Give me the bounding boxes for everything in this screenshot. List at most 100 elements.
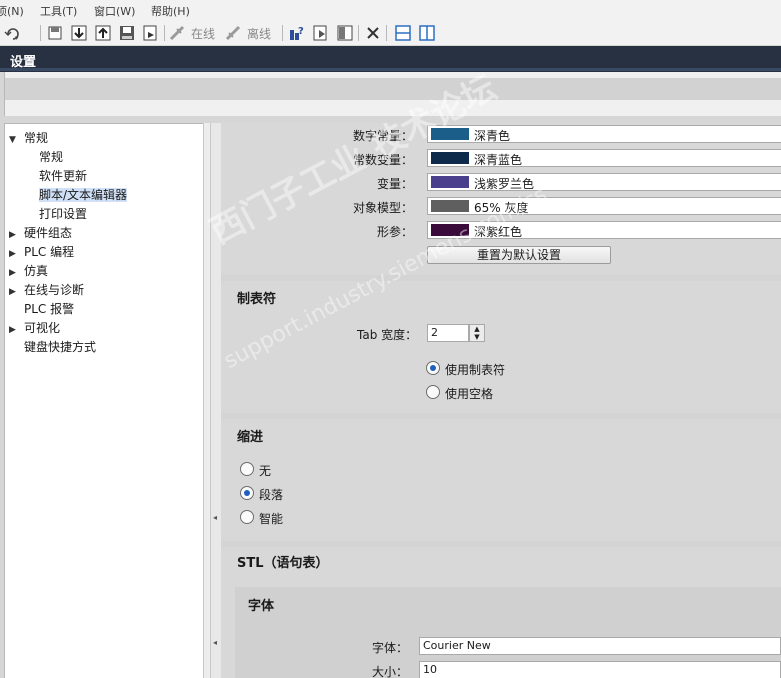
monitor-icon[interactable] (312, 24, 330, 42)
collapsed-arrow-icon[interactable]: ▶ (9, 287, 24, 297)
color-name: 深紫红色 (474, 225, 523, 239)
tree-item-label: 打印设置 (39, 207, 88, 221)
toolbar: ▾ 在线 离线 ? (0, 20, 781, 46)
color-dropdown[interactable]: 深青色 (427, 125, 781, 143)
menu-bar: 项(N) 工具(T) 窗口(W) 帮助(H) (0, 0, 781, 20)
tree-item[interactable]: 软件更新 (39, 167, 87, 186)
collapsed-arrow-icon[interactable]: ▶ (9, 268, 24, 278)
go-offline-label[interactable]: 离线 (247, 25, 271, 42)
collapsed-arrow-icon[interactable]: ▶ (9, 249, 24, 259)
tree-item-label: 常规 (24, 131, 49, 145)
tree-item[interactable]: ▼ 常规 (9, 129, 48, 148)
color-dropdown[interactable]: 65% 灰度 (427, 197, 781, 215)
window-titlebar: 设置 (0, 46, 781, 72)
tree-item-label: PLC 报警 (24, 302, 75, 316)
save-icon[interactable] (118, 24, 136, 42)
color-setting-label: 对象模型： (352, 201, 413, 215)
go-offline-icon[interactable] (224, 24, 242, 42)
font-label: 字体： (372, 641, 409, 655)
tree-item[interactable]: ▶ 在线与诊断 (9, 281, 84, 300)
split-vertical-icon[interactable] (418, 24, 436, 42)
radio-selected-icon (426, 361, 440, 375)
tree-scrollbar[interactable] (203, 123, 211, 678)
tree-item[interactable]: 键盘快捷方式 (9, 338, 96, 357)
close-icon[interactable] (364, 24, 382, 42)
color-setting-row: 对象模型： 65% 灰度 (221, 196, 781, 216)
tab-width-input[interactable]: 2 (427, 324, 469, 342)
undo-icon[interactable]: ▾ (4, 24, 22, 42)
menu-item-tools[interactable]: 工具(T) (40, 3, 77, 19)
color-setting-label: 数字常量： (352, 129, 413, 143)
upload-icon[interactable] (94, 24, 112, 42)
help-icon[interactable]: ? (288, 24, 306, 42)
spinner-down-icon[interactable]: ▼ (470, 333, 484, 341)
color-setting-label: 形参： (376, 225, 413, 239)
collapsed-arrow-icon[interactable]: ▶ (9, 325, 24, 335)
collapse-left-icon-2[interactable]: ◂ (213, 638, 217, 647)
colors-section: 数字常量： 深青色 常数变量： 深青蓝色 变量： 浅紫罗兰色 对象模型： 65% 灰度 形参： 深… (221, 123, 781, 275)
tree-item-label: 键盘快捷方式 (24, 340, 97, 354)
tree-item-label: 软件更新 (39, 169, 88, 183)
radio-unselected-icon (426, 385, 440, 399)
color-name: 深青色 (474, 129, 511, 143)
save-project-icon[interactable] (46, 24, 64, 42)
collapsed-arrow-icon[interactable]: ▶ (9, 230, 24, 240)
color-setting-row: 数字常量： 深青色 (221, 124, 781, 144)
tree-item[interactable]: ▶ PLC 编程 (9, 243, 74, 262)
menu-item-help[interactable]: 帮助(H) (151, 3, 190, 19)
tree-item-label: 常规 (39, 150, 64, 164)
tree-item[interactable]: ▶ 可视化 (9, 319, 60, 338)
color-swatch (431, 176, 469, 188)
radio-unselected-icon (240, 510, 254, 524)
tree-item-label: 硬件组态 (24, 226, 73, 240)
radio-selected-icon (240, 486, 254, 500)
radio-unselected-icon (240, 462, 254, 476)
compile-icon[interactable] (142, 24, 160, 42)
collapse-left-icon[interactable]: ◂ (213, 513, 219, 537)
expanded-arrow-icon[interactable]: ▼ (9, 135, 24, 145)
tab-section-title: 制表符 (237, 292, 277, 307)
font-input[interactable]: Courier New (419, 637, 781, 655)
split-horizontal-icon[interactable] (394, 24, 412, 42)
tree-item[interactable]: 脚本/文本编辑器 (39, 186, 128, 205)
reset-defaults-button[interactable]: 重置为默认设置 (427, 246, 611, 264)
color-swatch (431, 128, 469, 140)
font-group-title: 字体 (248, 599, 275, 614)
tree-item-label: 在线与诊断 (24, 283, 85, 297)
size-input[interactable]: 10 (419, 661, 781, 678)
go-online-icon[interactable] (168, 24, 186, 42)
split-icon[interactable] (336, 24, 354, 42)
svg-text:▾: ▾ (15, 34, 19, 42)
stl-section: STL（语句表） 字体 字体： Courier New 大小： 10 (221, 547, 781, 678)
color-dropdown[interactable]: 深青蓝色 (427, 149, 781, 167)
tab-section: 制表符 Tab 宽度： 2 ▲ ▼ 使用制表符 使用空格 (221, 281, 781, 413)
tree-item-label: PLC 编程 (24, 245, 75, 259)
tab-width-label: Tab 宽度： (357, 328, 418, 342)
svg-text:?: ? (298, 26, 304, 37)
color-setting-label: 变量： (376, 177, 413, 191)
color-dropdown[interactable]: 深紫红色 (427, 221, 781, 239)
go-online-label[interactable]: 在线 (191, 25, 215, 42)
panel-splitter[interactable]: ◂ ◂ (211, 123, 221, 678)
tree-item[interactable]: 打印设置 (39, 205, 87, 224)
tree-item[interactable]: ▶ 仿真 (9, 262, 48, 281)
color-swatch (431, 200, 469, 212)
color-dropdown[interactable]: 浅紫罗兰色 (427, 173, 781, 191)
menu-item-window[interactable]: 窗口(W) (94, 3, 135, 19)
tree-item[interactable]: PLC 报警 (9, 300, 74, 319)
size-label: 大小： (372, 665, 409, 678)
tab-width-spinner[interactable]: ▲ ▼ (469, 324, 485, 342)
color-setting-row: 变量： 浅紫罗兰色 (221, 172, 781, 192)
tree-item[interactable]: 常规 (39, 148, 63, 167)
stl-section-title: STL（语句表） (237, 556, 329, 571)
tree-item[interactable]: ▶ 硬件组态 (9, 224, 72, 243)
settings-tree: ▼ 常规 常规 软件更新 脚本/文本编辑器 打印设置 ▶ 硬件组态 ▶ PLC 编程 ▶ 仿真 ▶ 在线与… (4, 123, 203, 678)
top-strip (4, 72, 781, 116)
color-setting-row: 形参： 深紫红色 (221, 220, 781, 240)
download-icon[interactable] (70, 24, 88, 42)
indent-section-title: 缩进 (237, 430, 264, 445)
tree-item-label: 脚本/文本编辑器 (39, 188, 128, 202)
menu-item-project[interactable]: 项(N) (0, 3, 24, 19)
tree-item-label: 仿真 (24, 264, 49, 278)
spinner-up-icon[interactable]: ▲ (470, 325, 484, 333)
